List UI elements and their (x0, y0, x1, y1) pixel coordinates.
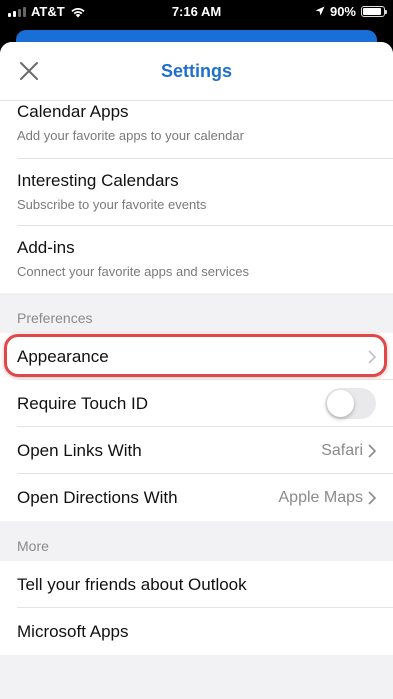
chevron-right-icon (368, 491, 376, 505)
preferences-group: Appearance Require Touch ID Open Links W… (0, 333, 393, 521)
section-header-label: More (17, 538, 49, 554)
section-header-more: More (0, 521, 393, 561)
row-subtitle: Connect your favorite apps and services (17, 264, 249, 279)
row-title: Open Directions With (17, 488, 178, 507)
row-value: Apple Maps (278, 489, 364, 506)
settings-row-touch-id: Require Touch ID (0, 380, 393, 427)
settings-row-add-ins[interactable]: Add-ins Connect your favorite apps and s… (0, 226, 393, 293)
phone-screen: AT&T 7:16 AM 90% Settings Calendar Apps … (0, 0, 393, 699)
row-subtitle: Subscribe to your favorite events (17, 197, 207, 212)
more-group: Tell your friends about Outlook Microsof… (0, 561, 393, 655)
row-title: Interesting Calendars (17, 171, 179, 190)
row-title: Appearance (17, 347, 109, 366)
battery-percent: 90% (329, 4, 356, 19)
chevron-right-icon (368, 444, 376, 458)
settings-row-tell-friends[interactable]: Tell your friends about Outlook (0, 561, 393, 608)
status-right: 90% (315, 4, 387, 19)
row-title: Tell your friends about Outlook (17, 575, 247, 594)
row-title: Open Links With (17, 441, 142, 460)
row-title: Add-ins (17, 238, 75, 257)
row-title: Calendar Apps (17, 102, 129, 121)
page-title: Settings (160, 61, 232, 81)
row-value: Safari (321, 442, 363, 459)
settings-row-calendar-apps[interactable]: Calendar Apps Add your favorite apps to … (0, 101, 393, 159)
settings-row-open-links[interactable]: Open Links With Safari (0, 427, 393, 474)
chevron-right-icon (368, 350, 376, 364)
settings-row-open-directions[interactable]: Open Directions With Apple Maps (0, 474, 393, 521)
accounts-group: Calendar Apps Add your favorite apps to … (0, 101, 393, 293)
battery-icon (361, 6, 387, 17)
settings-row-interesting-calendars[interactable]: Interesting Calendars Subscribe to your … (0, 159, 393, 226)
row-subtitle: Add your favorite apps to your calendar (17, 128, 244, 143)
battery-fill (363, 8, 381, 15)
row-title: Microsoft Apps (17, 622, 129, 641)
settings-row-microsoft-apps[interactable]: Microsoft Apps (0, 608, 393, 655)
nav-bar: Settings (0, 42, 393, 101)
location-icon (315, 6, 325, 16)
status-bar: AT&T 7:16 AM 90% (0, 0, 393, 26)
settings-sheet: Settings Calendar Apps Add your favorite… (0, 42, 393, 699)
settings-row-appearance[interactable]: Appearance (0, 333, 393, 380)
toggle-knob (327, 390, 354, 417)
touch-id-toggle[interactable] (325, 388, 376, 419)
bottom-spacer (0, 655, 393, 695)
row-title: Require Touch ID (17, 394, 149, 413)
section-header-preferences: Preferences (0, 293, 393, 333)
section-header-label: Preferences (17, 310, 93, 326)
